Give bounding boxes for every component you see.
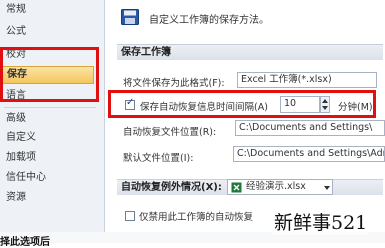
nav-item-addins[interactable]: 加载项 [6, 150, 36, 166]
autorecover-location-label: 自动恢复文件位置(R): [123, 127, 217, 138]
nav-item-formulas[interactable]: 公式 [6, 24, 26, 40]
excel-options-window: 常规 公式 校对 保存 语言 高级 自定义 加载项 信任中心 资源 自定义工作簿… [0, 0, 385, 248]
watermark-text: 新鲜事521 [272, 208, 370, 235]
chevron-down-icon[interactable] [324, 186, 330, 190]
section-save-workbooks: 保存工作簿 [117, 44, 383, 60]
nav-item-general[interactable]: 常规 [6, 2, 26, 18]
nav-item-advanced[interactable]: 高级 [6, 111, 26, 127]
header-description: 自定义工作簿的保存方法。 [149, 15, 269, 26]
default-location-label: 默认文件位置(I): [123, 153, 194, 164]
default-location-value: C:\Documents and Settings\Adm [237, 148, 385, 159]
autorecover-location-input[interactable]: C:\Documents and Settings\ [235, 120, 385, 136]
nav-item-customize[interactable]: 自定义 [6, 130, 36, 146]
nav-item-resources[interactable]: 资源 [6, 190, 26, 206]
save-format-value: Excel 工作簿(*.xlsx) [241, 74, 332, 85]
options-sidebar: 常规 公式 校对 保存 语言 高级 自定义 加载项 信任中心 资源 [0, 0, 105, 232]
excel-workbook-icon [231, 182, 242, 193]
nav-separator [4, 107, 96, 108]
save-disk-icon [121, 9, 139, 25]
nav-item-trust-center[interactable]: 信任中心 [6, 170, 46, 186]
highlight-box-save [0, 47, 99, 102]
save-format-select[interactable]: Excel 工作簿(*.xlsx) [237, 72, 377, 88]
autorecover-exceptions-label: 自动恢复例外情况(X): [121, 182, 222, 193]
exception-workbook-value: 经验演示.xlsx [246, 181, 306, 192]
caption-text: 择此选项后 [0, 237, 50, 248]
default-location-input[interactable]: C:\Documents and Settings\Adm [233, 146, 385, 162]
autorecover-location-value: C:\Documents and Settings\ [239, 122, 373, 133]
disable-autorecover-label: 仅禁用此工作簿的自动恢复 [139, 212, 254, 223]
exception-workbook-select[interactable]: 经验演示.xlsx [227, 179, 333, 195]
highlight-box-autorecover [108, 90, 376, 118]
disable-autorecover-checkbox[interactable] [125, 211, 135, 221]
save-format-label: 将文件保存为此格式(F): [123, 78, 225, 89]
